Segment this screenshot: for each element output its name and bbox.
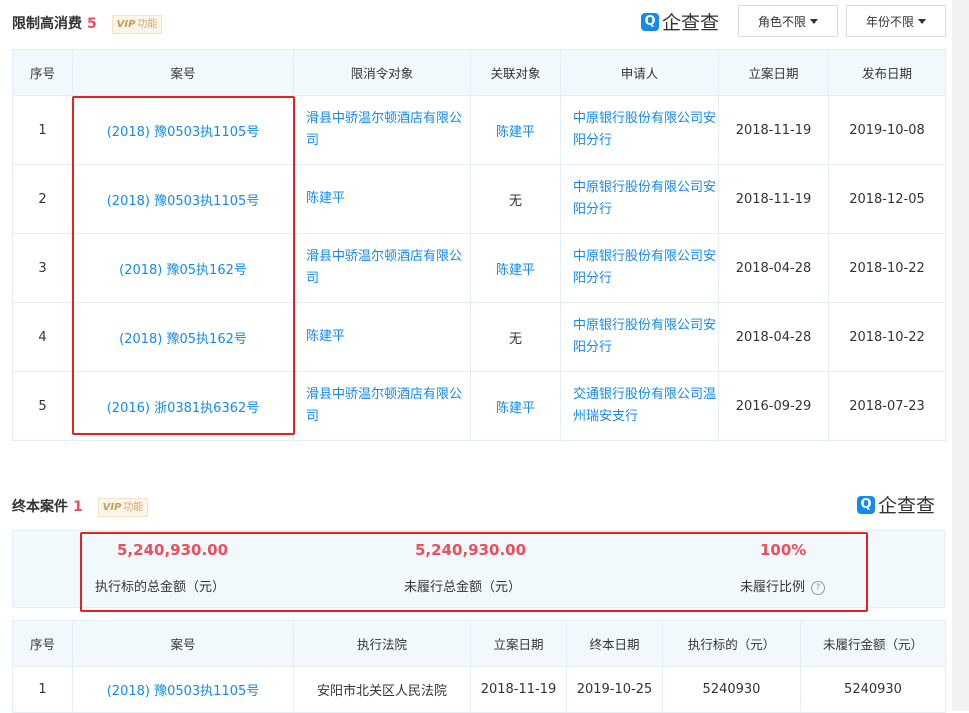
highlight-box-case-numbers — [72, 96, 295, 435]
applicant-link[interactable]: 中原银行股份有限公司安阳分行 — [560, 164, 719, 234]
related-link[interactable]: 陈建平 — [470, 95, 561, 165]
vertical-scrollbar[interactable] — [952, 0, 969, 711]
target-link[interactable]: 滑县中骄温尔顿酒店有限公司 — [293, 95, 471, 165]
qichacha-logo-icon: Q — [641, 12, 659, 31]
target-link[interactable]: 陈建平 — [293, 302, 471, 372]
applicant-link[interactable]: 中原银行股份有限公司安阳分行 — [560, 95, 719, 165]
col-header: 立案日期 — [718, 49, 829, 96]
target-link[interactable]: 滑县中骄温尔顿酒店有限公司 — [293, 233, 471, 303]
restriction-count: 5 — [87, 16, 97, 32]
applicant-link[interactable]: 交通银行股份有限公司温州瑞安支行 — [560, 371, 719, 441]
col-header: 终本日期 — [566, 620, 663, 667]
vip-badge: VIP 功能 — [97, 497, 149, 517]
applicant-link[interactable]: 中原银行股份有限公司安阳分行 — [560, 233, 719, 303]
related-link[interactable]: 陈建平 — [470, 371, 561, 441]
brand-logo: Q 企查查 — [857, 491, 935, 518]
vip-icon: VIP — [116, 18, 136, 30]
terminated-cases-table: 序号 案号 执行法院 立案日期 终本日期 执行标的（元） 未履行金额（元） 1 … — [12, 620, 946, 713]
section-title-terminated-cases: 终本案件 1 VIP 功能 — [12, 496, 149, 517]
section-title-restriction: 限制高消费 5 VIP 功能 — [12, 13, 163, 34]
terminated-count: 1 — [73, 499, 83, 515]
target-link[interactable]: 陈建平 — [293, 164, 471, 234]
vip-icon: VIP — [102, 501, 122, 513]
col-header: 案号 — [72, 49, 294, 96]
table-header-row: 序号 案号 执行法院 立案日期 终本日期 执行标的（元） 未履行金额（元） — [12, 620, 946, 667]
col-header: 限消令对象 — [293, 49, 471, 96]
col-header: 关联对象 — [470, 49, 561, 96]
table-header-row: 序号 案号 限消令对象 关联对象 申请人 立案日期 发布日期 — [12, 49, 946, 96]
table-row: 1 (2018) 豫0503执1105号 安阳市北关区人民法院 2018-11-… — [12, 666, 946, 713]
vip-badge: VIP 功能 — [111, 14, 163, 34]
year-filter-dropdown[interactable]: 年份不限 — [846, 5, 946, 37]
applicant-link[interactable]: 中原银行股份有限公司安阳分行 — [560, 302, 719, 372]
caret-down-icon — [810, 18, 818, 24]
case-number-link[interactable]: (2018) 豫0503执1105号 — [72, 666, 294, 713]
related-link[interactable]: 陈建平 — [470, 233, 561, 303]
col-header: 未履行金额（元） — [800, 620, 946, 667]
caret-down-icon — [918, 18, 926, 24]
role-filter-dropdown[interactable]: 角色不限 — [738, 5, 838, 37]
highlight-box-summary — [80, 532, 868, 612]
col-header: 申请人 — [560, 49, 719, 96]
col-header: 案号 — [72, 620, 294, 667]
target-link[interactable]: 滑县中骄温尔顿酒店有限公司 — [293, 371, 471, 441]
col-header: 立案日期 — [470, 620, 567, 667]
col-header: 执行法院 — [293, 620, 471, 667]
col-header: 序号 — [12, 49, 73, 96]
brand-logo: Q 企查查 — [641, 8, 719, 35]
qichacha-logo-icon: Q — [857, 495, 875, 514]
col-header: 发布日期 — [828, 49, 946, 96]
col-header: 执行标的（元） — [662, 620, 801, 667]
col-header: 序号 — [12, 620, 73, 667]
